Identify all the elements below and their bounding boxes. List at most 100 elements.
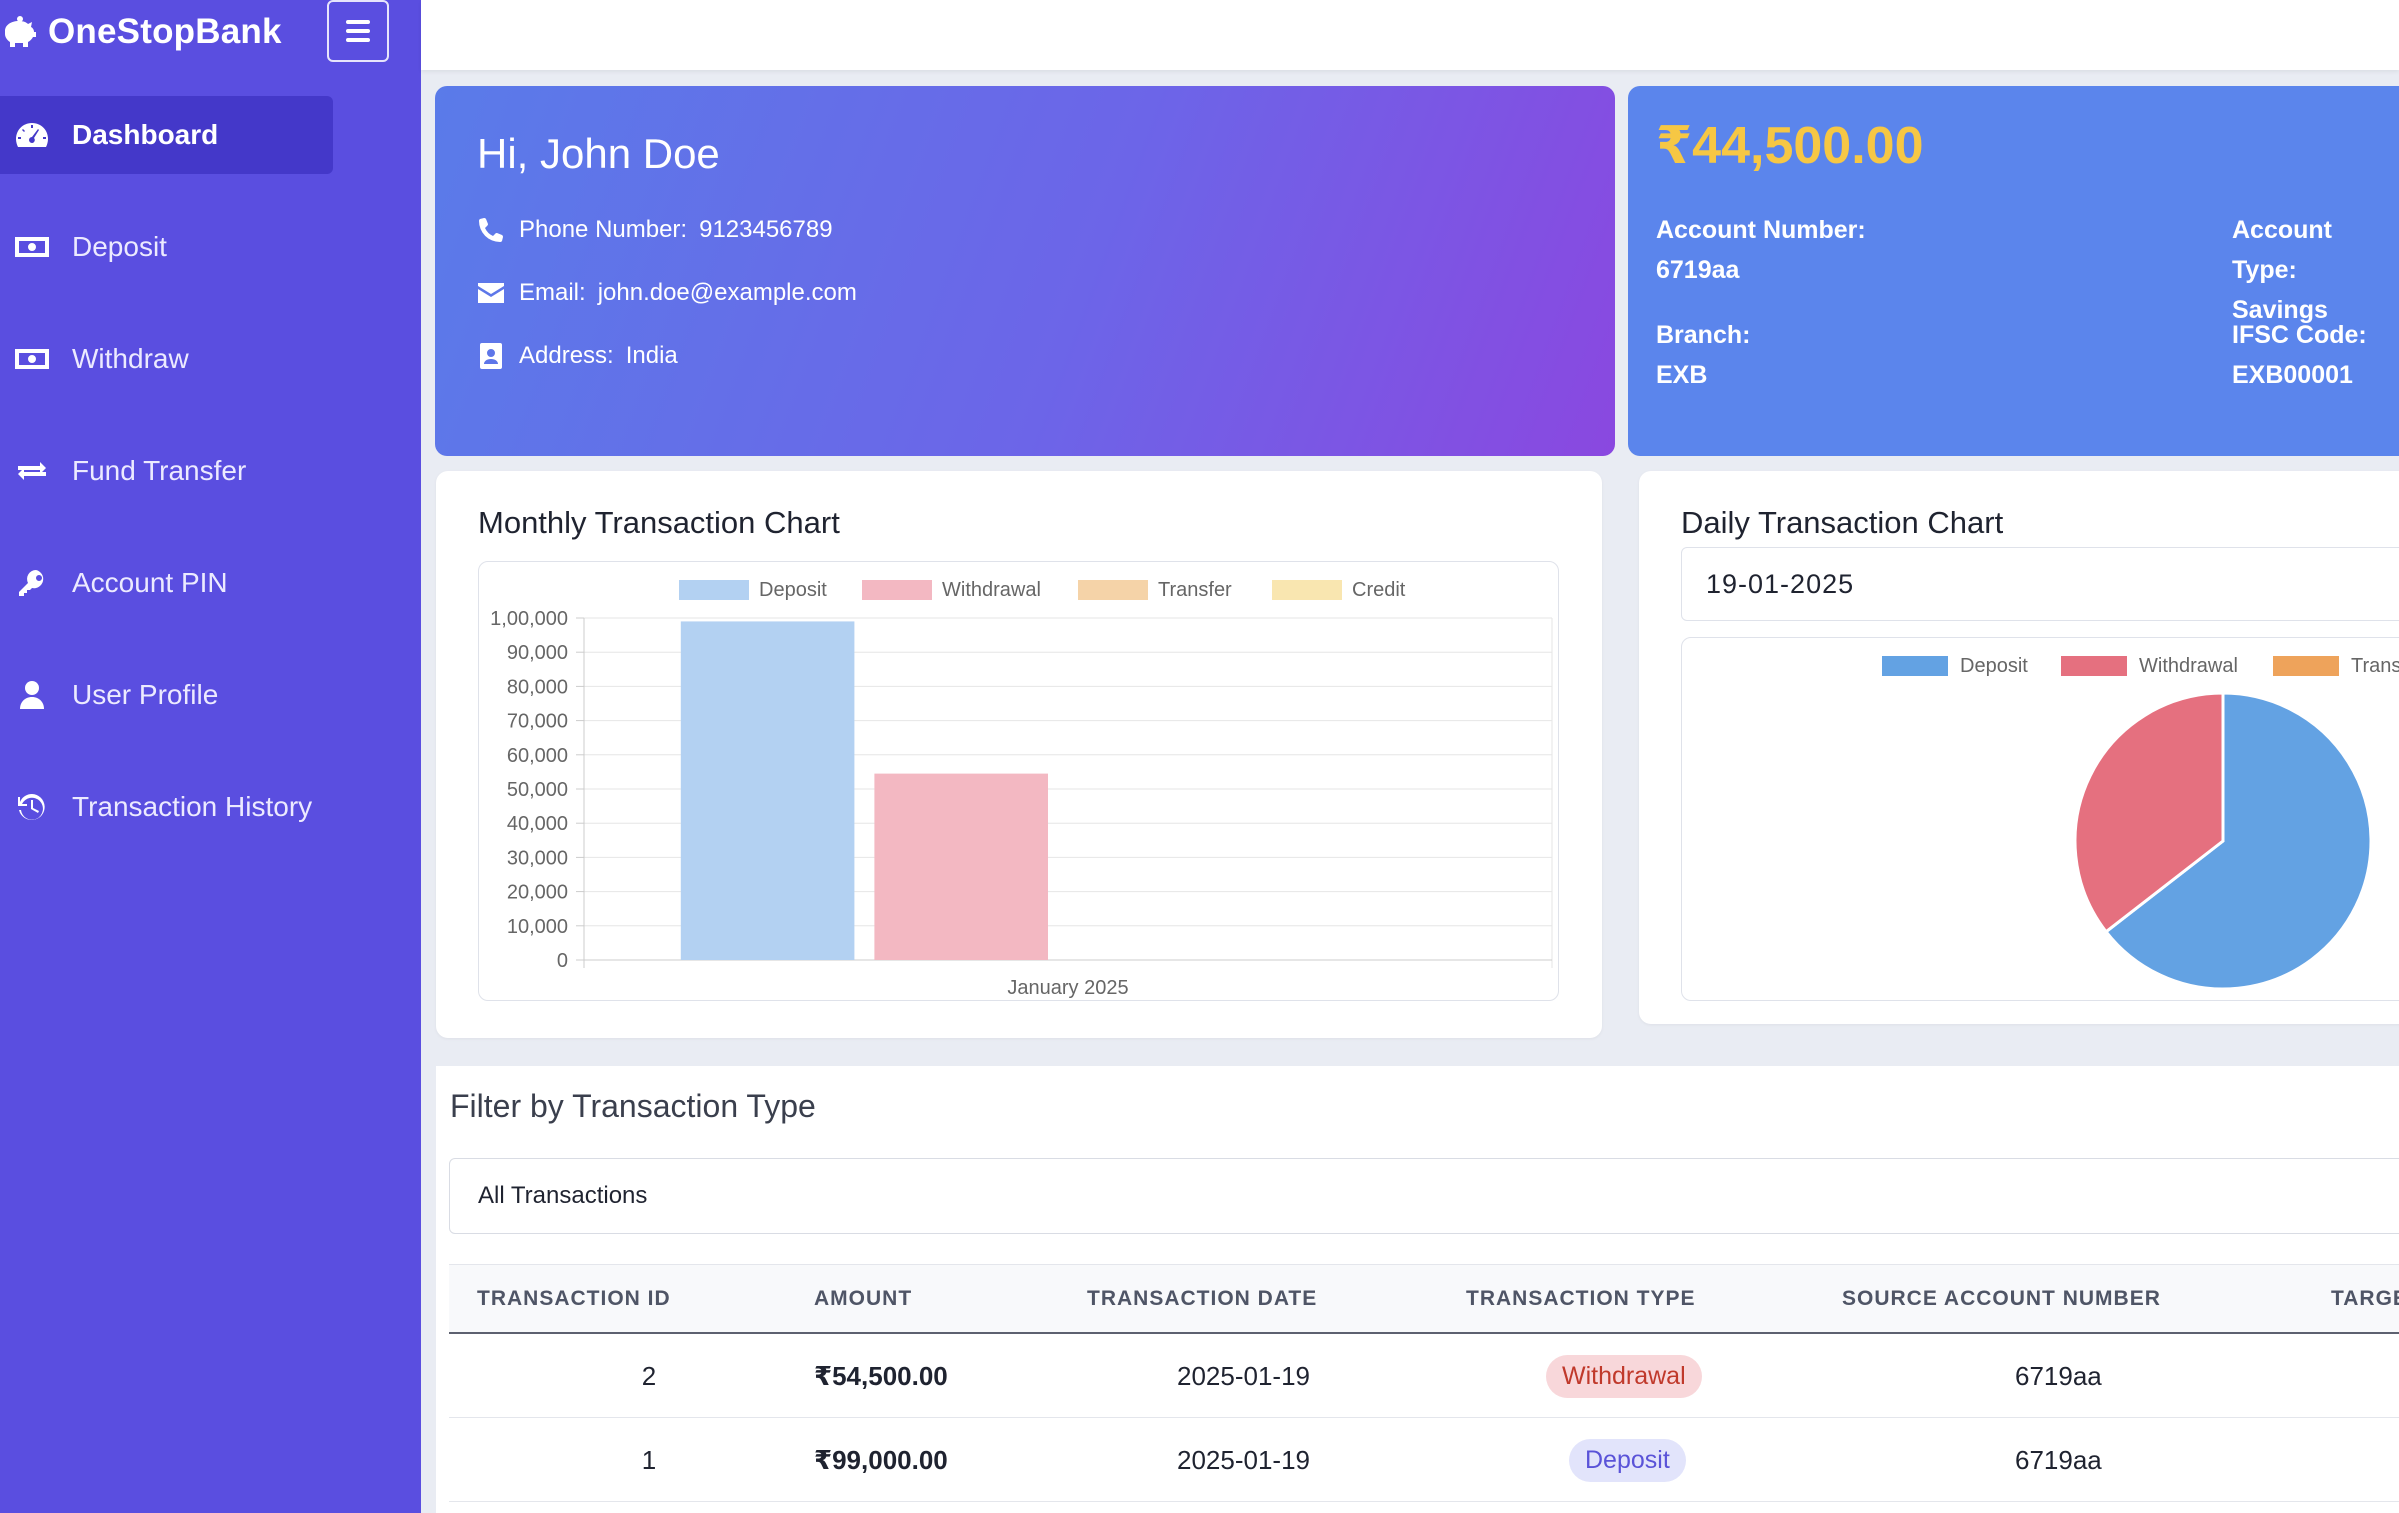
table-row[interactable]: 2 ₹54,500.00 2025-01-19 Withdrawal 6719a…	[449, 1334, 2399, 1418]
column-header[interactable]: TRANSACTION TYPE	[1466, 1287, 1696, 1311]
transaction-filter-section: Filter by Transaction Type All Transacti…	[436, 1066, 2399, 1513]
table-header: TRANSACTION ID AMOUNT TRANSACTION DATE T…	[449, 1264, 2399, 1334]
account-type-block: Account Type: Savings	[2232, 210, 2399, 330]
email-label: Email:	[519, 279, 586, 306]
x-tick-label: January 2025	[1007, 977, 1128, 999]
menu-toggle-button[interactable]	[327, 0, 389, 62]
column-header[interactable]: TRANSACTION ID	[477, 1287, 671, 1311]
sidebar-item-account-pin[interactable]: Account PIN	[0, 544, 421, 622]
sidebar-item-transaction-history[interactable]: Transaction History	[0, 768, 421, 846]
legend-swatch	[1272, 580, 1342, 600]
transactions-table: TRANSACTION ID AMOUNT TRANSACTION DATE T…	[449, 1264, 2399, 1502]
y-tick-label: 30,000	[507, 847, 568, 869]
daily-date-input[interactable]: 19-01-2025	[1681, 547, 2399, 621]
email-value: john.doe@example.com	[597, 279, 857, 306]
transaction-type-cell: Deposit	[1569, 1418, 1686, 1502]
daily-chart-title: Daily Transaction Chart	[1681, 505, 2004, 540]
filter-title: Filter by Transaction Type	[450, 1088, 816, 1124]
sidebar-nav: Dashboard Deposit Withdraw Fund Transfer…	[0, 96, 421, 880]
phone-icon	[477, 216, 505, 244]
account-number-label: Account Number:	[1656, 216, 1866, 244]
monthly-bar-chart: Deposit Withdrawal Transfer Credit 0 10,000 20…	[490, 579, 1553, 999]
transaction-date: 2025-01-19	[1177, 1360, 1310, 1391]
monthly-chart-title: Monthly Transaction Chart	[478, 505, 840, 540]
address-card-icon	[477, 342, 505, 370]
column-header[interactable]: TRANSACTION DATE	[1087, 1287, 1317, 1311]
transaction-type-cell: Withdrawal	[1546, 1334, 1702, 1418]
sidebar-item-user-profile[interactable]: User Profile	[0, 656, 421, 734]
account-type-label: Account Type:	[2232, 216, 2332, 284]
history-icon	[12, 791, 52, 823]
account-number-block: Account Number: 6719aa	[1656, 210, 1866, 290]
sidebar-item-label: Dashboard	[72, 119, 219, 150]
sidebar-item-fund-transfer[interactable]: Fund Transfer	[0, 432, 421, 510]
column-header[interactable]: TARGE	[2331, 1287, 2399, 1311]
branch-value: EXB	[1656, 361, 1708, 389]
legend-label: Withdrawal	[2139, 655, 2238, 677]
brand-name: OneStopBank	[48, 12, 282, 51]
y-tick-label: 1,00,000	[490, 608, 568, 630]
phone-value: 9123456789	[699, 216, 833, 243]
ifsc-value: EXB00001	[2232, 361, 2353, 389]
address-line: Address: India	[477, 340, 1573, 372]
source-account: 6719aa	[2015, 1360, 2102, 1391]
phone-line: Phone Number: 9123456789	[477, 214, 1573, 246]
sidebar-item-deposit[interactable]: Deposit	[0, 208, 421, 286]
y-tick-label: 0	[557, 950, 568, 972]
bar-withdrawal	[874, 773, 1048, 960]
profile-card: Hi, John Doe Phone Number: 9123456789 Em…	[435, 86, 1615, 456]
monthly-chart-card: Monthly Transaction Chart Deposit Withdra…	[436, 471, 1602, 1038]
sidebar-item-label: Fund Transfer	[72, 455, 247, 486]
legend-label: Transfer	[1158, 579, 1232, 601]
greeting: Hi, John Doe	[477, 130, 720, 177]
ifsc-label: IFSC Code:	[2232, 321, 2367, 349]
table-row[interactable]: 1 ₹99,000.00 2025-01-19 Deposit 6719aa	[449, 1418, 2399, 1502]
column-header[interactable]: AMOUNT	[814, 1287, 912, 1311]
transaction-type-select[interactable]: All Transactions	[449, 1158, 2399, 1234]
legend-swatch	[862, 580, 932, 600]
daily-pie-chart: Deposit Withdrawal Transfe	[1882, 655, 2399, 991]
sidebar-item-label: User Profile	[72, 679, 219, 710]
legend-swatch	[2061, 656, 2127, 676]
y-tick-label: 20,000	[507, 882, 568, 904]
transaction-id: 1	[641, 1444, 657, 1475]
user-icon	[12, 679, 52, 711]
sidebar-item-label: Deposit	[72, 231, 167, 262]
phone-label: Phone Number:	[519, 216, 688, 243]
legend-swatch	[1882, 656, 1948, 676]
daily-chart-card: Daily Transaction Chart 19-01-2025 Depos…	[1639, 471, 2399, 1024]
address-value: India	[625, 342, 678, 369]
legend-label: Transfe	[2351, 655, 2399, 677]
ifsc-block: IFSC Code: EXB00001	[2232, 315, 2367, 395]
sidebar-item-dashboard[interactable]: Dashboard	[0, 96, 333, 174]
sidebar-item-label: Withdraw	[72, 343, 189, 374]
y-tick-label: 60,000	[507, 745, 568, 767]
account-balance: ₹44,500.00	[1656, 117, 1924, 175]
envelope-icon	[477, 279, 505, 307]
legend-swatch	[1078, 580, 1148, 600]
sidebar-item-withdraw[interactable]: Withdraw	[0, 320, 421, 398]
transaction-date: 2025-01-19	[1177, 1444, 1310, 1475]
y-tick-label: 40,000	[507, 813, 568, 835]
monthly-chart-frame: Deposit Withdrawal Transfer Credit 0 10,000 20…	[478, 561, 1559, 1001]
branch-block: Branch: EXB	[1656, 315, 1750, 395]
bar-deposit	[680, 621, 855, 960]
y-tick-label: 90,000	[507, 642, 568, 664]
piggy-bank-icon	[0, 13, 38, 51]
key-icon	[12, 567, 52, 599]
sidebar-item-label: Transaction History	[72, 791, 313, 822]
transaction-id: 2	[641, 1360, 657, 1391]
money-bill-icon	[12, 343, 52, 375]
y-tick-label: 50,000	[507, 779, 568, 801]
legend-label: Credit	[1352, 579, 1406, 601]
money-bill-icon	[12, 231, 52, 263]
account-summary-card: ₹44,500.00 Account Number: 6719aa Accoun…	[1628, 86, 2399, 456]
transaction-type-badge: Deposit	[1569, 1438, 1686, 1482]
exchange-arrows-icon	[12, 455, 52, 487]
legend-label: Deposit	[1960, 655, 2028, 677]
brand[interactable]: OneStopBank	[0, 6, 282, 58]
column-header[interactable]: SOURCE ACCOUNT NUMBER	[1842, 1287, 2161, 1311]
transaction-type-badge: Withdrawal	[1546, 1354, 1702, 1398]
address-label: Address:	[519, 342, 614, 369]
y-tick-label: 10,000	[507, 916, 568, 938]
